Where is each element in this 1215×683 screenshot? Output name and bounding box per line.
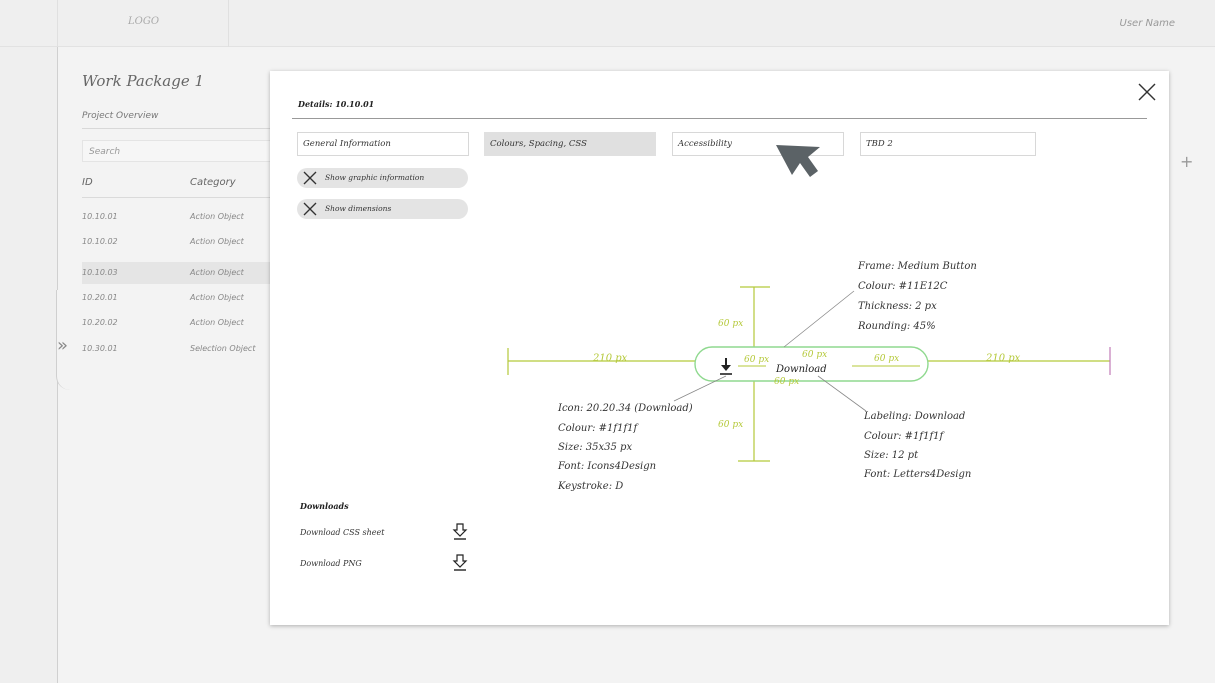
row-category: Action Object: [190, 212, 244, 221]
logo[interactable]: LOGO: [128, 16, 159, 27]
download-css-link[interactable]: Download CSS sheet: [300, 528, 384, 537]
toggle-label: Show dimensions: [325, 204, 392, 213]
icon-note: Size: 35x35 px: [558, 442, 632, 453]
icon-note: Icon: 20.20.34 (Download): [557, 403, 693, 414]
download-png-icon[interactable]: [452, 554, 468, 572]
tab-tbd-2[interactable]: TBD 2: [860, 132, 1036, 156]
user-name[interactable]: User Name: [1120, 18, 1175, 29]
modal-divider: [292, 118, 1147, 119]
mouse-cursor-icon: [776, 145, 820, 177]
dim-label-left: 210 px: [592, 353, 628, 364]
search-input[interactable]: Search: [82, 140, 282, 162]
row-id: 10.20.01: [82, 293, 118, 302]
table-row[interactable]: 10.20.02 Action Object: [82, 312, 272, 334]
label-note: Font: Letters4Design: [863, 469, 971, 480]
frame-note: Frame: Medium Button: [857, 261, 977, 272]
downloads-title: Downloads: [300, 501, 349, 511]
close-x-icon: [303, 202, 317, 216]
project-overview-label: Project Overview: [82, 111, 159, 121]
dim-label-inner-left: 60 px: [744, 355, 769, 365]
dim-label-inner-right: 60 px: [874, 354, 899, 364]
divider: [82, 128, 272, 129]
row-category: Action Object: [190, 268, 244, 277]
tab-general-information[interactable]: General Information: [297, 132, 469, 156]
label-note: Labeling: Download: [863, 411, 965, 422]
download-icon: [720, 358, 732, 375]
frame-note: Colour: #11E12C: [858, 281, 948, 292]
close-icon[interactable]: [1136, 81, 1158, 103]
show-graphic-information-toggle[interactable]: Show graphic information: [297, 168, 468, 188]
leader-line-label: [817, 375, 867, 412]
row-id: 10.10.02: [82, 237, 118, 246]
row-id: 10.10.01: [82, 212, 118, 221]
button-frame: [694, 346, 929, 382]
table-row[interactable]: 10.20.01 Action Object: [82, 287, 272, 309]
left-rail: [0, 47, 58, 683]
plus-icon[interactable]: +: [1180, 152, 1193, 171]
close-x-icon: [303, 171, 317, 185]
toggle-label: Show graphic information: [325, 173, 425, 182]
top-bar: LOGO User Name: [0, 0, 1215, 47]
download-css-icon[interactable]: [452, 523, 468, 541]
work-package-title: Work Package 1: [82, 72, 205, 90]
download-png-link[interactable]: Download PNG: [300, 559, 362, 568]
row-category: Action Object: [190, 318, 244, 327]
table-row[interactable]: 10.10.01 Action Object: [82, 206, 272, 228]
divider: [82, 197, 272, 198]
row-category: Action Object: [190, 237, 244, 246]
top-bar-gutter: [0, 0, 58, 47]
icon-note: Keystroke: D: [557, 481, 623, 492]
dim-label-right: 210 px: [985, 353, 1021, 364]
leader-line-frame: [783, 290, 855, 348]
table-row[interactable]: 10.10.02 Action Object: [82, 231, 272, 253]
column-header-id[interactable]: ID: [82, 177, 93, 188]
row-category: Action Object: [190, 293, 244, 302]
expand-chevron-icon[interactable]: »: [57, 335, 68, 356]
show-dimensions-toggle[interactable]: Show dimensions: [297, 199, 468, 219]
table-row[interactable]: 10.30.01 Selection Object: [82, 338, 272, 360]
leader-line-icon: [673, 375, 727, 402]
table-row-selected[interactable]: 10.10.03 Action Object: [82, 262, 272, 284]
column-header-category[interactable]: Category: [190, 177, 236, 188]
label-note: Colour: #1f1f1f: [864, 431, 946, 442]
dim-label-label-top: 60 px: [802, 350, 827, 360]
frame-note: Thickness: 2 px: [858, 301, 937, 312]
row-id: 10.20.02: [82, 318, 118, 327]
row-id: 10.10.03: [82, 268, 118, 277]
label-note: Size: 12 pt: [864, 450, 919, 461]
frame-note: Rounding: 45%: [857, 321, 936, 332]
row-id: 10.30.01: [82, 344, 118, 353]
icon-note: Colour: #1f1f1f: [558, 423, 640, 434]
icon-note: Font: Icons4Design: [557, 461, 656, 472]
modal-title: Details: 10.10.01: [298, 99, 375, 109]
button-label: Download: [775, 364, 827, 375]
dim-label-bottom: 60 px: [718, 420, 743, 430]
dim-label-top: 60 px: [718, 319, 743, 329]
dim-label-label-bottom: 60 px: [774, 377, 799, 387]
details-modal: Details: 10.10.01 General Information Co…: [270, 71, 1169, 625]
row-category: Selection Object: [190, 344, 256, 353]
tab-colours-spacing-css[interactable]: Colours, Spacing, CSS: [484, 132, 656, 156]
